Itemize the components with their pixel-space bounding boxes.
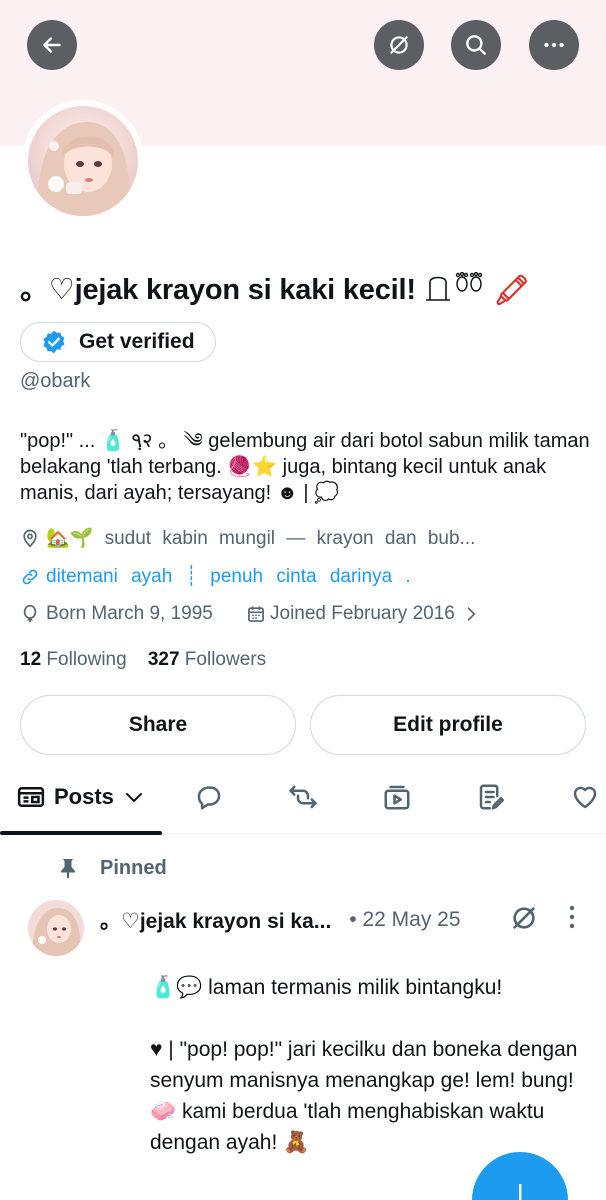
follow-stats: 12 Following 327 Followers bbox=[20, 649, 266, 671]
active-tab-indicator bbox=[0, 831, 162, 835]
profile-tabs: Posts bbox=[0, 770, 606, 835]
tab-likes[interactable] bbox=[570, 780, 600, 814]
media-icon bbox=[384, 785, 410, 810]
profile-link[interactable]: ditemani ayah ┊ penuh cinta darinya . bbox=[20, 565, 411, 588]
profile-birthdate: Born March 9, 1995 bbox=[20, 603, 213, 625]
profile-bio: "pop!" ... 🧴 ٩ฺ२ 。 ༄ gelembung air dari … bbox=[20, 430, 590, 504]
location-text: 🏡🌱 sudut kabin mungil — krayon dan bub..… bbox=[46, 528, 476, 549]
calendar-icon bbox=[248, 606, 264, 622]
more-horizontal-icon bbox=[544, 42, 564, 48]
verified-badge-icon bbox=[43, 330, 65, 354]
link-icon bbox=[22, 569, 38, 584]
heart-icon bbox=[573, 786, 597, 809]
link-text: ditemani ayah ┊ penuh cinta darinya . bbox=[46, 566, 411, 587]
crayon-emoji: 🖍 bbox=[493, 275, 531, 308]
post-author-avatar[interactable] bbox=[28, 900, 84, 956]
posts-feed-icon bbox=[17, 787, 45, 807]
search-button[interactable] bbox=[451, 20, 501, 70]
more-button[interactable] bbox=[529, 20, 579, 70]
plus-icon bbox=[519, 1184, 522, 1200]
tab-articles[interactable] bbox=[476, 780, 506, 814]
profile-avatar[interactable] bbox=[22, 100, 144, 222]
post-line-2: ♥ | "pop! pop!" jari kecilku dan boneka … bbox=[150, 1038, 578, 1154]
following-count: 12 bbox=[20, 649, 42, 670]
pin-icon bbox=[61, 859, 75, 878]
joined-text: Joined February 2016 bbox=[270, 603, 455, 624]
back-button[interactable] bbox=[27, 20, 77, 70]
following-label: Following bbox=[46, 649, 127, 670]
post-header: 。♡jejak krayon si ka... • 22 May 25 bbox=[100, 905, 461, 935]
pinned-label: Pinned bbox=[100, 856, 167, 879]
reply-bubble-icon bbox=[197, 786, 221, 810]
location-pin-icon bbox=[23, 529, 37, 548]
profile-joined[interactable]: Joined February 2016 bbox=[246, 603, 485, 625]
display-name-text: 。♡jejak krayon si kaki kecil! bbox=[20, 274, 416, 306]
edit-profile-button[interactable]: Edit profile bbox=[310, 695, 586, 755]
post-author-name[interactable]: 。♡jejak krayon si ka... bbox=[100, 905, 331, 935]
tab-reposts[interactable] bbox=[288, 780, 318, 814]
more-vertical-icon[interactable] bbox=[566, 902, 578, 932]
avatar-image bbox=[28, 106, 138, 216]
grok-button[interactable] bbox=[374, 20, 424, 70]
profile-location: 🏡🌱 sudut kabin mungil — krayon dan bub..… bbox=[20, 526, 475, 550]
articles-icon bbox=[479, 784, 505, 810]
followers-link[interactable]: 327 Followers bbox=[148, 649, 266, 670]
footprints-icon bbox=[452, 272, 486, 310]
pinned-indicator: Pinned bbox=[56, 856, 167, 880]
post-line-1: 🧴💬 laman termanis milik bintangku! bbox=[150, 976, 503, 999]
followers-label: Followers bbox=[184, 649, 267, 670]
tab-replies[interactable] bbox=[194, 780, 224, 814]
search-icon bbox=[466, 35, 486, 55]
followers-count: 327 bbox=[147, 649, 180, 670]
get-verified-button[interactable]: Get verified bbox=[20, 322, 216, 362]
tab-posts[interactable]: Posts bbox=[16, 780, 146, 814]
grok-icon[interactable] bbox=[508, 902, 540, 934]
following-link[interactable]: 12 Following bbox=[20, 649, 127, 670]
chevron-right-icon bbox=[467, 607, 476, 621]
tombstone-icon bbox=[424, 272, 452, 310]
display-name: 。♡jejak krayon si kaki kecil! 🖍 bbox=[20, 266, 530, 310]
repost-icon bbox=[289, 785, 317, 809]
tab-posts-label: Posts bbox=[54, 784, 114, 809]
grok-icon bbox=[390, 36, 408, 54]
tab-media[interactable] bbox=[382, 780, 412, 814]
post-body: 🧴💬 laman termanis milik bintangku! ♥ | "… bbox=[150, 972, 590, 1158]
get-verified-label: Get verified bbox=[79, 330, 195, 353]
born-text: Born March 9, 1995 bbox=[46, 603, 213, 624]
share-button[interactable]: Share bbox=[20, 695, 296, 755]
profile-handle: @obark bbox=[20, 370, 91, 392]
balloon-icon bbox=[23, 604, 37, 623]
post-date[interactable]: • 22 May 25 bbox=[349, 908, 460, 932]
arrow-left-icon bbox=[43, 37, 61, 53]
chevron-down-icon bbox=[125, 793, 142, 803]
